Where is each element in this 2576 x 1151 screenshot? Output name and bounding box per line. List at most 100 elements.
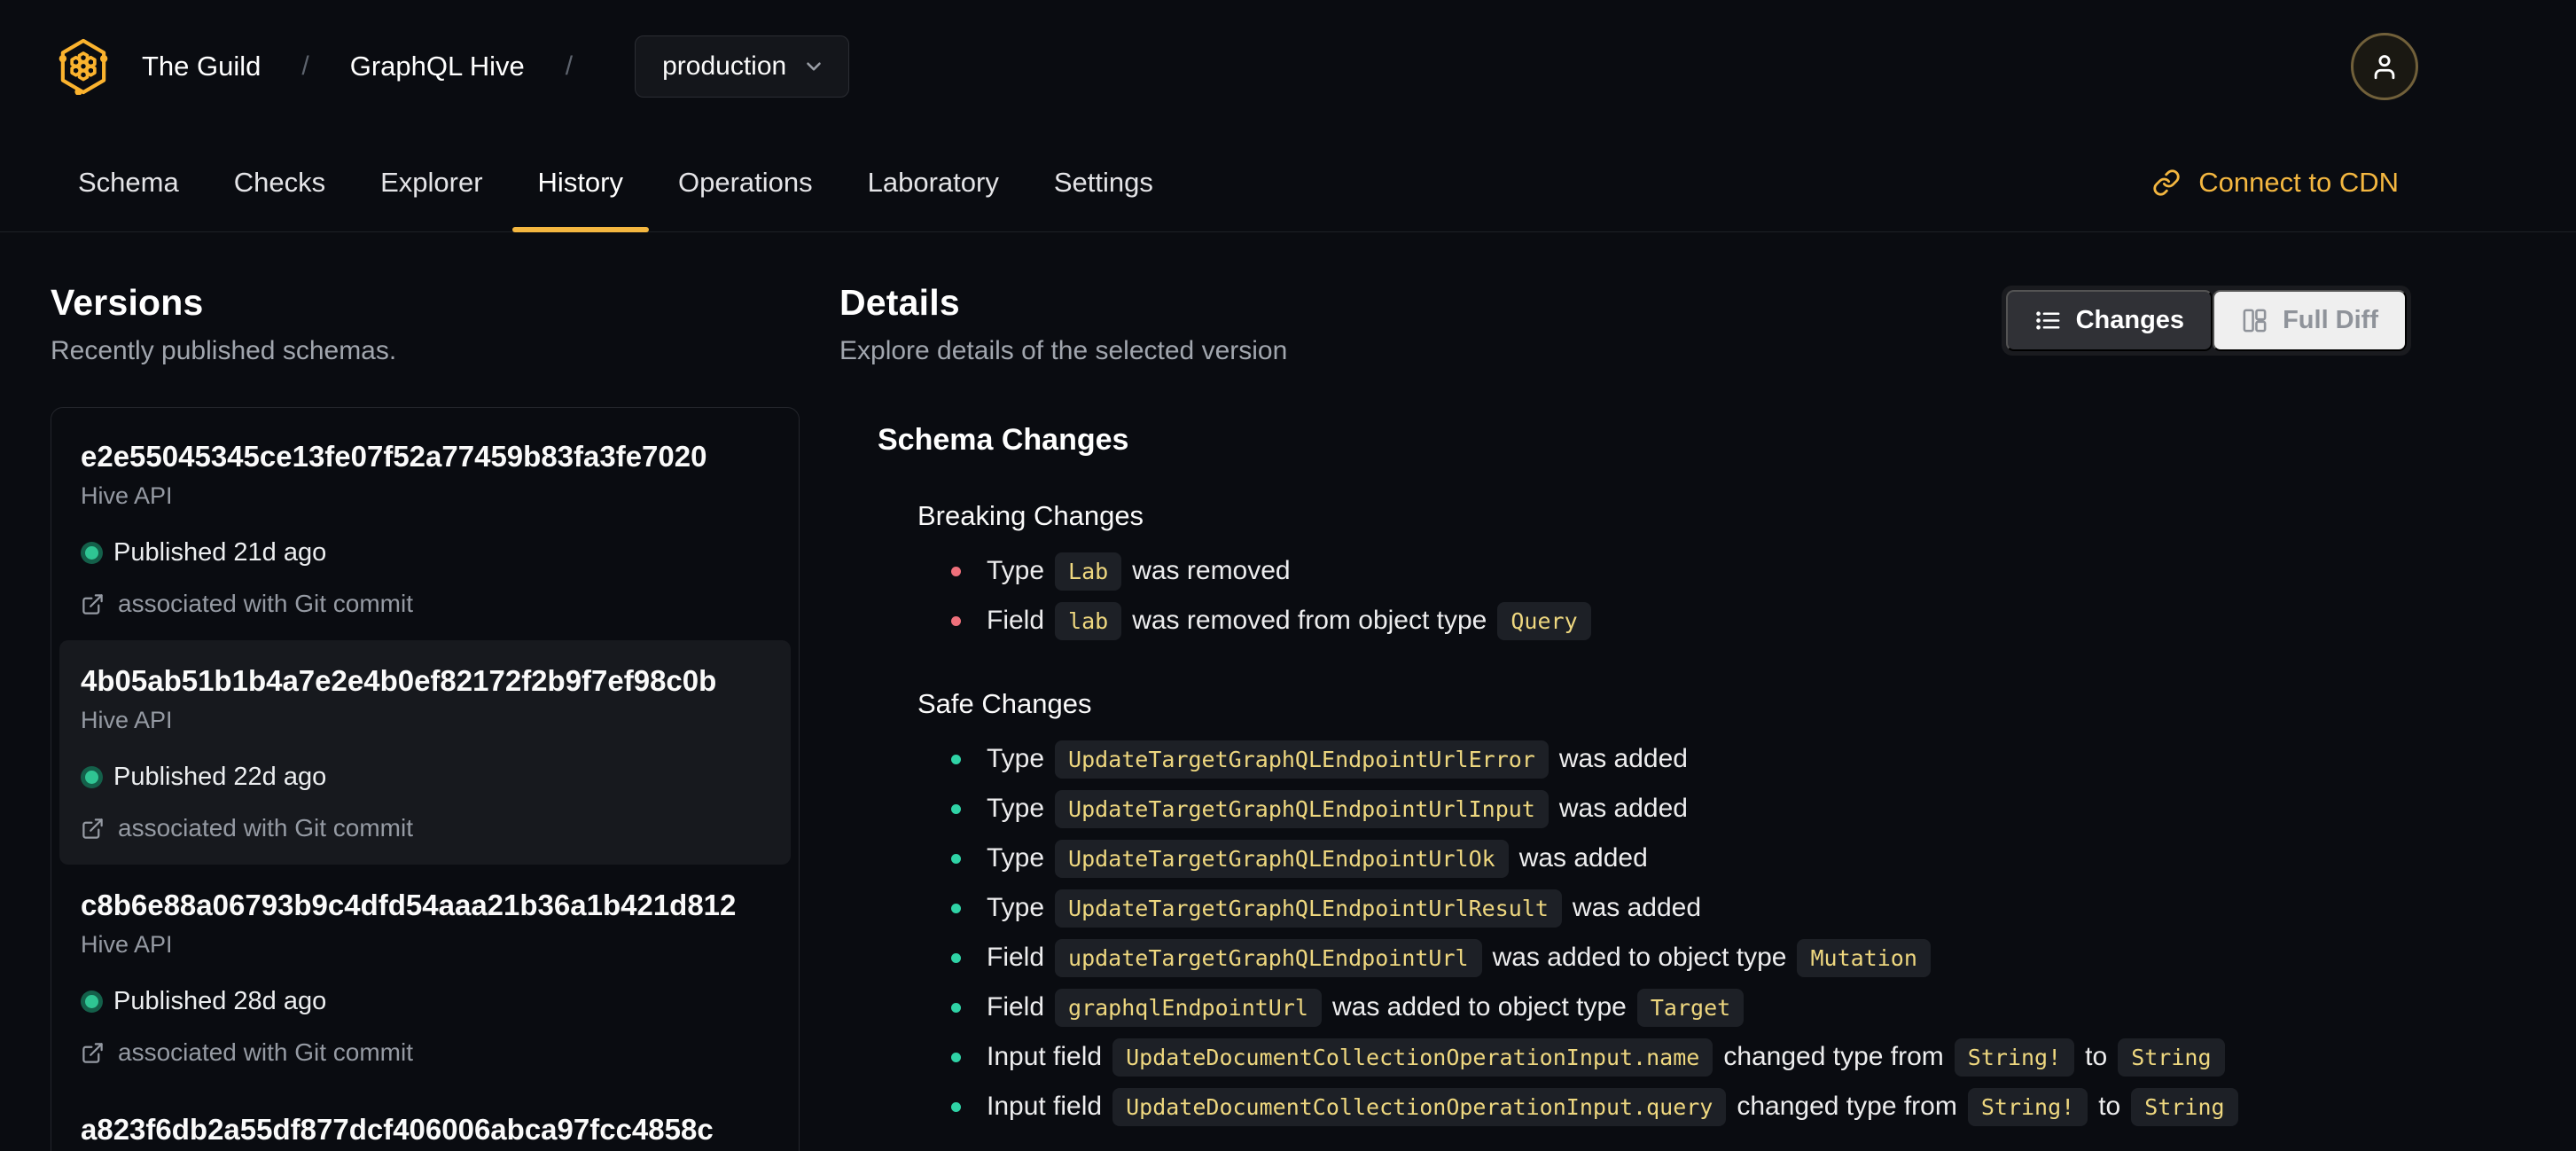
change-text: was added	[1518, 843, 1648, 873]
change-code-badge: String	[2131, 1087, 2238, 1126]
change-text: Field	[987, 606, 1045, 635]
change-row: Input field UpdateDocumentCollectionOpera…	[917, 1032, 2411, 1082]
change-text: Field	[987, 943, 1045, 972]
git-commit-link[interactable]: associated with Git commit	[81, 1038, 769, 1067]
tab-laboratory[interactable]: Laboratory	[868, 133, 999, 231]
versions-panel: Versions Recently published schemas. e2e…	[51, 282, 800, 1151]
breadcrumb: The Guild / GraphQL Hive / production	[57, 35, 850, 98]
external-link-icon	[82, 818, 103, 839]
external-link-icon	[82, 593, 103, 615]
version-published: Published 21d ago	[81, 538, 769, 568]
published-dot	[85, 771, 98, 784]
change-bullet	[951, 615, 961, 626]
change-text: Type	[987, 744, 1045, 773]
target-selector-value: production	[662, 51, 787, 81]
user-icon	[2374, 55, 2395, 80]
change-bullet	[951, 1052, 961, 1062]
change-row: Type UpdateTargetGraphQLEndpointUrlInput w…	[917, 784, 2411, 834]
change-bullet	[951, 1002, 961, 1013]
breadcrumb-project[interactable]: GraphQL Hive	[350, 51, 525, 82]
full-diff-toggle-label: Full Diff	[2283, 306, 2378, 334]
safe-changes-list: Type UpdateTargetGraphQLEndpointUrlError w…	[917, 734, 2411, 1131]
tab-schema[interactable]: Schema	[78, 133, 179, 231]
git-commit-link[interactable]: associated with Git commit	[81, 814, 769, 842]
app-header: The Guild / GraphQL Hive / production	[0, 0, 2576, 133]
version-published: Published 28d ago	[81, 987, 769, 1016]
change-bullet	[951, 754, 961, 764]
change-code-badge: lab	[1055, 601, 1122, 640]
external-link-icon	[82, 1042, 103, 1063]
change-code-badge: graphqlEndpointUrl	[1055, 988, 1322, 1027]
published-label: Published 28d ago	[113, 987, 327, 1015]
version-published: Published 22d ago	[81, 763, 769, 792]
tab-bar: Schema Checks Explorer History Operations Lab…	[0, 133, 2576, 232]
change-code-badge: UpdateDocumentCollectionOperationInput.q…	[1112, 1087, 1727, 1126]
safe-changes-section: Safe Changes Type UpdateTargetGraphQLEndp…	[917, 688, 2411, 1131]
breaking-changes-list: Type Lab was removed Field lab was removed fr…	[917, 546, 2411, 646]
change-code-badge: Target	[1636, 988, 1745, 1027]
change-code-badge: UpdateTargetGraphQLEndpointUrlResult	[1055, 889, 1562, 928]
breadcrumb-separator: /	[301, 51, 309, 81]
git-commit-label: associated with Git commit	[118, 1038, 413, 1066]
change-code-badge: UpdateTargetGraphQLEndpointUrlInput	[1055, 789, 1549, 828]
change-bullet	[951, 566, 961, 576]
connect-to-cdn-link[interactable]: Connect to CDN	[2152, 167, 2399, 199]
target-selector[interactable]: production	[635, 35, 850, 98]
change-text: to	[2085, 1042, 2108, 1071]
version-card[interactable]: e2e55045345ce13fe07f52a77459b83fa3fe7020…	[59, 416, 791, 640]
change-text: was added	[1558, 794, 1688, 823]
change-code-badge: UpdateDocumentCollectionOperationInput.n…	[1112, 1037, 1713, 1077]
user-menu-button[interactable]	[2351, 33, 2418, 100]
change-row: Input field UpdateDocumentCollectionOpera…	[917, 1082, 2411, 1131]
change-text: was added	[1572, 893, 1702, 922]
chevron-down-icon	[807, 62, 822, 71]
change-code-badge: Lab	[1055, 552, 1122, 591]
tab-history[interactable]: History	[511, 133, 650, 232]
change-text: Type	[987, 556, 1045, 585]
change-row: Field graphqlEndpointUrl was added to obje…	[917, 983, 2411, 1032]
tab-operations[interactable]: Operations	[678, 133, 813, 231]
change-text: was added to object type	[1331, 992, 1627, 1022]
change-code-badge: String!	[1967, 1087, 2088, 1126]
tab-checks[interactable]: Checks	[234, 133, 325, 231]
git-commit-link[interactable]: associated with Git commit	[81, 590, 769, 618]
version-hash: 4b05ab51b1b4a7e2e4b0ef82172f2b9f7ef98c0b	[81, 664, 717, 697]
tab-explorer[interactable]: Explorer	[380, 133, 482, 231]
change-text: Field	[987, 992, 1045, 1022]
breaking-changes-section: Breaking Changes Type Lab was removed Field…	[917, 500, 2411, 646]
change-text: Input field	[987, 1042, 1103, 1071]
view-toggle: Changes Full Diff	[2001, 286, 2411, 356]
change-text: changed type from	[1737, 1092, 1957, 1121]
git-commit-label: associated with Git commit	[118, 814, 413, 842]
git-commit-label: associated with Git commit	[118, 590, 413, 617]
version-card[interactable]: 4b05ab51b1b4a7e2e4b0ef82172f2b9f7ef98c0b…	[59, 640, 791, 865]
versions-list: e2e55045345ce13fe07f52a77459b83fa3fe7020…	[51, 407, 800, 1151]
breaking-changes-title: Breaking Changes	[917, 500, 1144, 531]
columns-icon	[2243, 309, 2267, 333]
change-bullet	[951, 803, 961, 814]
connect-to-cdn-label: Connect to CDN	[2198, 166, 2399, 198]
breadcrumb-org[interactable]: The Guild	[142, 51, 261, 82]
change-text: Type	[987, 794, 1045, 823]
change-text: was removed	[1132, 556, 1291, 585]
version-card[interactable]: c8b6e88a06793b9c4dfd54aaa21b36a1b421d812…	[59, 865, 791, 1089]
change-row: Type UpdateTargetGraphQLEndpointUrlResult…	[917, 883, 2411, 933]
change-code-badge: Query	[1497, 601, 1591, 640]
change-text: to	[2098, 1092, 2121, 1121]
change-text: Type	[987, 893, 1045, 922]
version-card[interactable]: a823f6db2a55df877dcf406006abca97fcc4858c…	[59, 1089, 791, 1151]
tab-settings[interactable]: Settings	[1054, 133, 1153, 231]
hive-logo-icon	[59, 38, 108, 95]
change-code-badge: String	[2118, 1037, 2225, 1077]
changes-toggle-button[interactable]: Changes	[2005, 290, 2213, 351]
change-bullet	[951, 1101, 961, 1112]
version-hash: a823f6db2a55df877dcf406006abca97fcc4858c	[81, 1113, 714, 1146]
link-icon	[2153, 168, 2180, 196]
change-bullet	[951, 903, 961, 913]
change-row: Type Lab was removed	[917, 546, 2411, 596]
version-service: Hive API	[81, 931, 173, 958]
change-code-badge: Mutation	[1797, 938, 1931, 977]
version-service: Hive API	[81, 482, 173, 509]
change-text: Type	[987, 843, 1045, 873]
full-diff-toggle-button[interactable]: Full Diff	[2213, 290, 2407, 351]
